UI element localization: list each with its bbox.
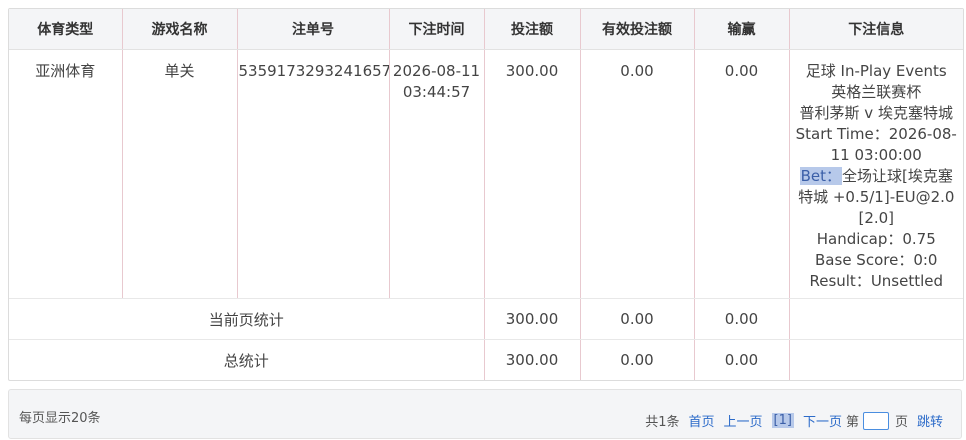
page-suffix: 页 [894,415,908,430]
cell-bet-time: 2026-08-11 03:44:57 [389,49,485,299]
bet-info-result: Result：Unsettled [809,272,944,290]
bet-time-clock: 03:44:57 [402,83,471,101]
grand-total-valid-stake: 0.00 [580,339,695,380]
bet-info-bet-cont2: [2.0] [858,209,895,227]
grand-total-stake: 300.00 [484,339,581,380]
bet-time-date: 2026-08-11 [392,62,481,80]
go-link[interactable]: 跳转 [917,415,943,430]
page-prefix: 第 [845,415,859,430]
table-row: 亚洲体育 单关 5359173293241657 2026-08-11 03:4… [9,49,964,299]
bet-info-base-score: Base Score：0:0 [815,251,938,269]
header-sport-type: 体育类型 [9,9,123,50]
next-page-link[interactable]: 下一页 [803,415,842,430]
cell-sport-type: 亚洲体育 [9,49,123,299]
bet-info-league: 英格兰联赛杯 [831,83,922,101]
total-count: 共1条 [645,415,680,430]
grand-total-empty [789,340,963,381]
header-stake: 投注额 [484,9,581,50]
cell-ticket-no: 5359173293241657 [237,49,390,299]
grand-total-win-loss: 0.00 [694,339,790,380]
bet-info-start-time: Start Time：2026-08- [795,125,957,143]
table-header-row: 体育类型 游戏名称 注单号 下注时间 投注额 有效投注额 输赢 下注信息 [9,9,963,50]
page-total-win-loss: 0.00 [694,298,790,340]
bet-info-start-time-cont: 11 03:00:00 [830,146,922,164]
page-total-valid-stake: 0.00 [580,298,695,340]
cell-win-loss: 0.00 [694,49,790,299]
page-total-label: 当前页统计 [9,298,485,340]
bet-info-match: 普利茅斯 v 埃克塞特城 [799,104,953,122]
header-ticket-no: 注单号 [237,9,390,50]
pagination-controls: 共1条 首页 上一页 [1] 下一页 第 页 跳转 [636,411,943,430]
header-bet-info: 下注信息 [789,9,963,50]
bet-prefix-highlight: Bet： [799,167,843,185]
bet-info-sport: 足球 In-Play Events [805,62,947,80]
cell-bet-info: 足球 In-Play Events 英格兰联赛杯 普利茅斯 v 埃克塞特城 St… [789,49,964,299]
current-page[interactable]: [1] [771,413,794,428]
page-total-row: 当前页统计 300.00 0.00 0.00 [9,298,963,340]
page-total-stake: 300.00 [484,298,581,340]
bet-info-bet-text: 全场让球[埃克塞 [842,167,953,185]
bet-info-bet: Bet：全场让球[埃克塞 [790,166,964,187]
grand-total-label: 总统计 [9,339,485,380]
header-valid-stake: 有效投注额 [580,9,695,50]
pagination-bar: 每页显示20条 共1条 首页 上一页 [1] 下一页 第 页 跳转 [8,389,962,439]
cell-valid-stake: 0.00 [580,49,695,299]
cell-stake: 300.00 [484,49,581,299]
prev-page-link[interactable]: 上一页 [724,415,763,430]
bet-info-bet-cont: 特城 +0.5/1]-EU@2.0 [798,188,955,206]
per-page-text: 每页显示20条 [19,411,101,426]
header-win-loss: 输赢 [694,9,790,50]
cell-game-name: 单关 [122,49,238,299]
page-number-input[interactable] [862,411,889,430]
bet-records-table: 体育类型 游戏名称 注单号 下注时间 投注额 有效投注额 输赢 下注信息 亚洲体… [8,8,964,381]
page-total-empty [789,298,963,340]
first-page-link[interactable]: 首页 [688,415,714,430]
header-game-name: 游戏名称 [122,9,238,50]
bet-info-handicap: Handicap：0.75 [816,230,936,248]
header-bet-time: 下注时间 [389,9,485,50]
grand-total-row: 总统计 300.00 0.00 0.00 [9,339,963,381]
